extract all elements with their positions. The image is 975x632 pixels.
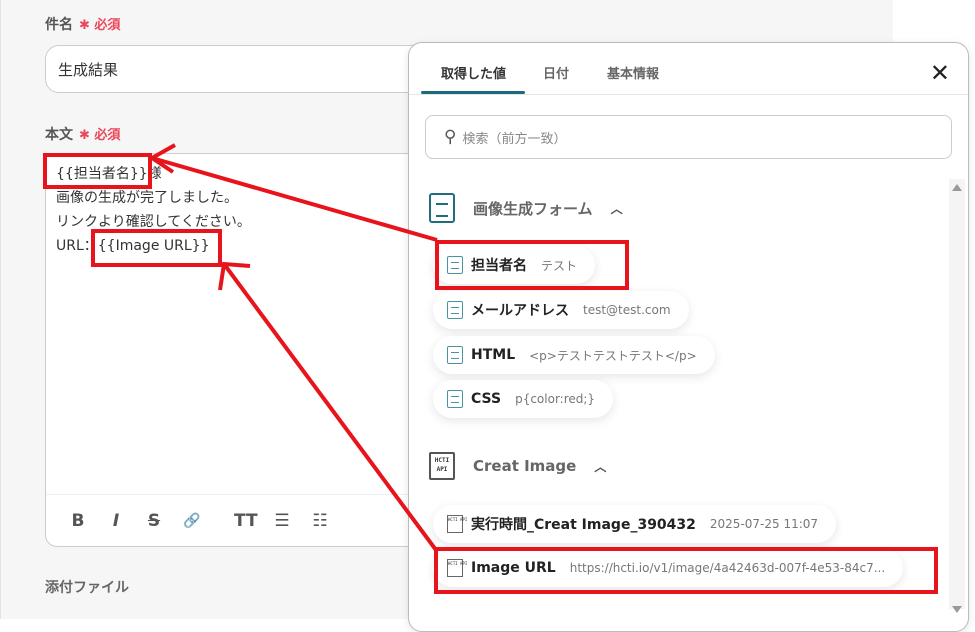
list-item[interactable]: HTML <p>テストテストテスト</p> — [433, 336, 715, 374]
text-size-icon[interactable]: TT — [234, 511, 258, 531]
chevron-up-icon: ︿ — [594, 459, 607, 474]
tab-date[interactable]: 日付 — [543, 63, 569, 82]
attachment-label: 添付ファイル — [45, 580, 129, 596]
subject-label: 件名 ✱ 必須 — [45, 17, 121, 33]
list-item[interactable]: HCTI API Image URL https://hcti.io/v1/imag… — [433, 549, 904, 587]
tab-acquired-values[interactable]: 取得した値 — [441, 63, 506, 82]
form-icon — [447, 301, 463, 319]
required-badge: ✱ 必須 — [79, 18, 121, 33]
numbered-list-icon[interactable]: ☷ — [310, 511, 330, 531]
tab-bar: 取得した値 日付 基本情報 ✕ — [409, 43, 968, 95]
bullet-list-icon[interactable]: ☰ — [272, 511, 292, 531]
list-item[interactable]: HCTI API 実行時間_Creat Image_390432 2025-07-2… — [433, 505, 837, 543]
form-icon — [447, 256, 463, 274]
form-icon — [429, 193, 455, 223]
italic-icon[interactable]: I — [106, 511, 126, 531]
hcti-api-icon: HCTI API — [447, 515, 467, 533]
body-editor[interactable]: {{担当者名}}様画像の生成が完了しました。 リンクより確認してください。 URL：… — [45, 153, 465, 547]
strikethrough-icon[interactable]: S — [144, 511, 164, 531]
editor-toolbar: B I S 🔗 TT ☰ ☷ — [46, 494, 464, 546]
search-icon: ⚲ — [444, 127, 457, 147]
required-badge: ✱ 必須 — [79, 128, 121, 143]
body-label: 本文 ✱ 必須 — [45, 127, 121, 143]
list-item[interactable]: 担当者名 テスト — [433, 246, 596, 284]
active-tab-indicator — [421, 91, 525, 94]
form-icon — [447, 390, 463, 408]
bold-icon[interactable]: B — [68, 511, 88, 531]
scroll-up-icon[interactable] — [952, 184, 962, 191]
subject-input[interactable]: 生成結果 — [45, 45, 465, 93]
group-header-creat-image[interactable]: HCTI API Creat Image ︿ — [429, 452, 606, 480]
tab-basic-info[interactable]: 基本情報 — [607, 63, 659, 82]
form-icon — [447, 346, 463, 364]
search-placeholder: 検索（前方一致） — [462, 131, 567, 147]
body-line: {{担当者名}}様 — [56, 166, 162, 182]
scrollbar[interactable] — [949, 179, 965, 613]
body-line: リンクより確認してください。 — [56, 214, 251, 230]
close-icon[interactable]: ✕ — [930, 59, 950, 87]
hcti-api-icon: HCTI API — [429, 452, 455, 480]
body-line: URL：{{Image URL}} — [56, 238, 210, 254]
chevron-up-icon: ︿ — [610, 201, 623, 216]
hcti-api-icon: HCTI API — [447, 559, 467, 577]
body-line: 画像の生成が完了しました。 — [56, 190, 238, 206]
search-input[interactable]: ⚲ 検索（前方一致） — [425, 115, 952, 159]
group-header-form[interactable]: 画像生成フォーム ︿ — [429, 193, 623, 223]
value-picker-popup: 取得した値 日付 基本情報 ✕ ⚲ 検索（前方一致） 画像生成フォーム ︿ 担当者… — [408, 42, 969, 632]
list-item[interactable]: メールアドレス test@test.com — [433, 291, 689, 329]
link-icon[interactable]: 🔗 — [182, 513, 202, 529]
list-item[interactable]: CSS p{color:red;} — [433, 380, 614, 418]
scroll-down-icon[interactable] — [952, 606, 962, 613]
